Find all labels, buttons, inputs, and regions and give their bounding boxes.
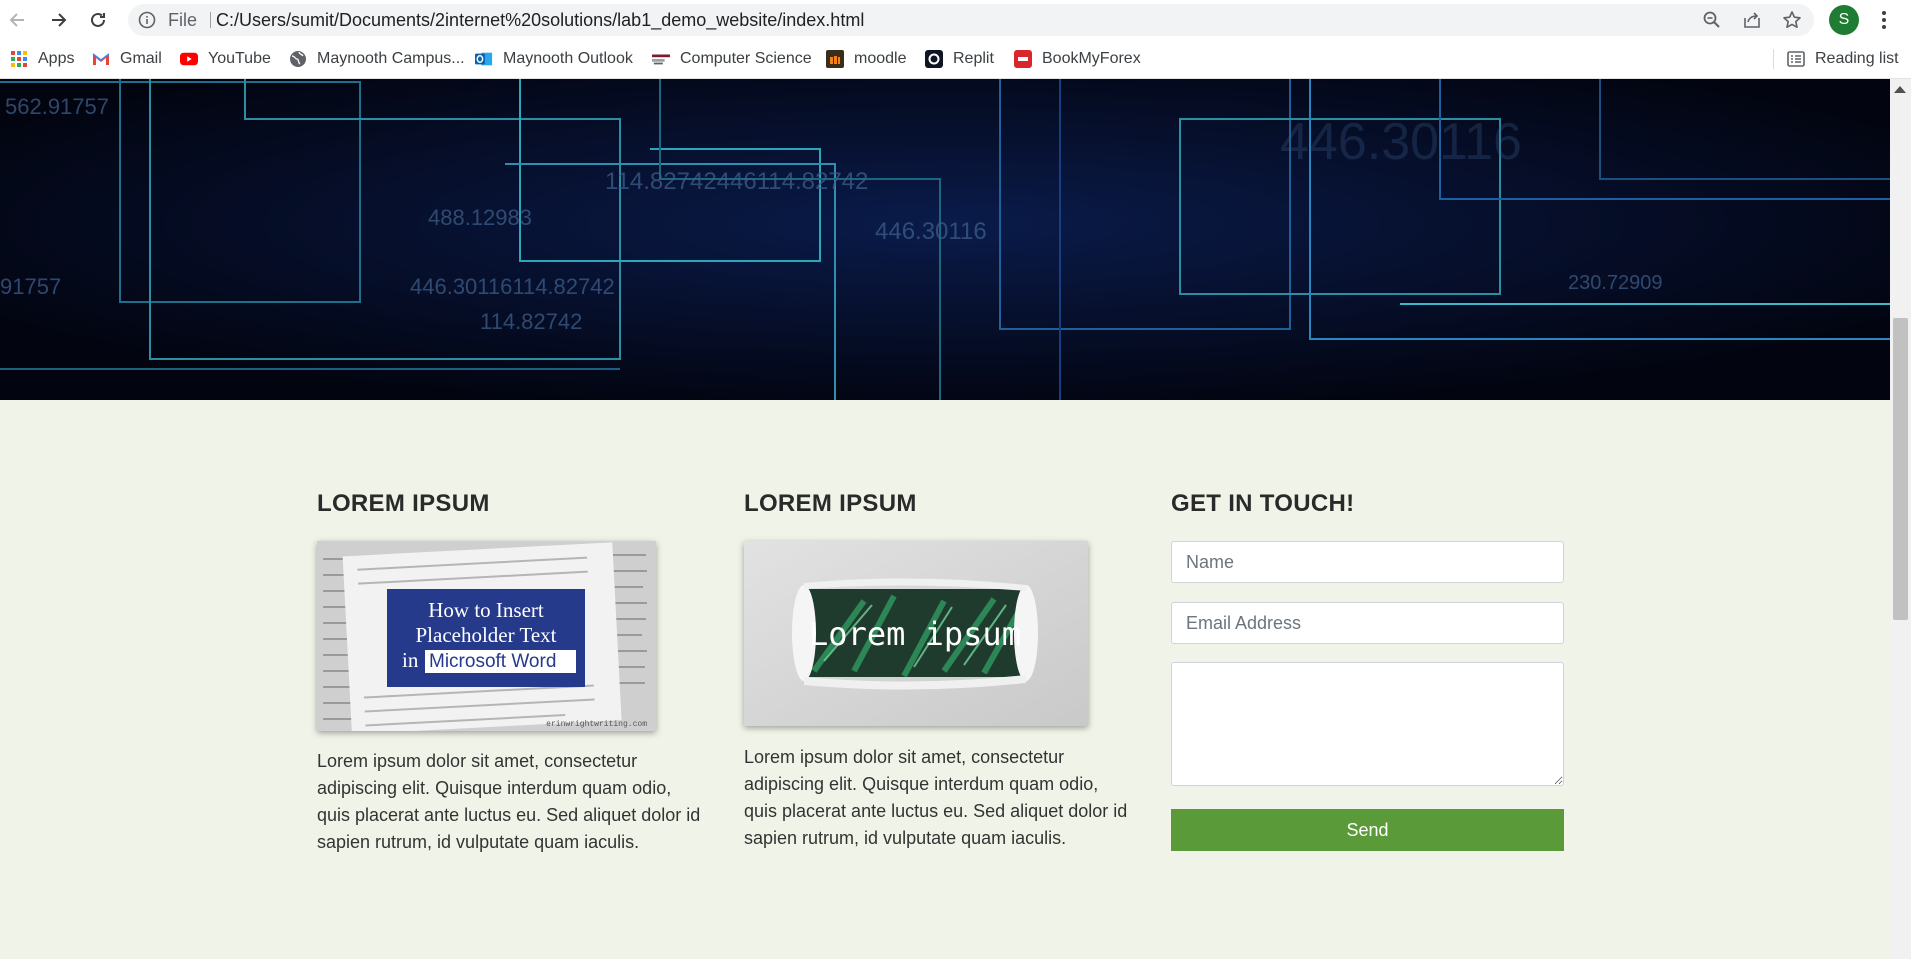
overlay-number: 230.72909: [1568, 272, 1663, 294]
image-caption: Lorem ipsum: [809, 615, 1021, 653]
reload-button[interactable]: [84, 6, 112, 34]
overlay-number: 446.30116114.82742: [410, 274, 615, 299]
overlay-number: 562.91757: [5, 94, 109, 119]
bookmark-label: YouTube: [208, 50, 271, 67]
gmail-icon: [92, 50, 110, 68]
star-icon: [1783, 11, 1801, 28]
zoom-button[interactable]: [1698, 6, 1726, 34]
column-2-title: LOREM IPSUM: [744, 490, 917, 517]
url-text[interactable]: C:/Users/sumit/Documents/2internet%20sol…: [216, 4, 864, 36]
overlay-number: 114.82742: [480, 309, 582, 334]
reading-list-icon: [1787, 50, 1805, 68]
hero-banner: 562.91757 488.12983 114.82742446114.8274…: [0, 79, 1890, 400]
reading-list-label: Reading list: [1815, 50, 1899, 67]
scrollbar-thumb[interactable]: [1893, 318, 1908, 620]
bookmark-moodle[interactable]: moodle: [826, 40, 906, 78]
profile-avatar[interactable]: S: [1829, 5, 1859, 35]
image-caption-line: How to Insert: [428, 598, 544, 622]
bookmark-label: Maynooth Outlook: [503, 50, 633, 67]
address-bar[interactable]: File C:/Users/sumit/Documents/2internet%…: [128, 4, 1814, 36]
bookmark-label: Maynooth Campus...: [317, 50, 465, 67]
image-caption-line: Placeholder Text: [415, 623, 556, 647]
apps-grid-icon: [10, 50, 28, 68]
bookmark-label: Computer Science: [680, 50, 812, 67]
placeholder-text-image: How to Insert Placeholder Text in Micros…: [317, 541, 656, 731]
scroll-up-arrow-icon[interactable]: [1894, 86, 1906, 93]
more-vert-icon: [1882, 11, 1886, 29]
outlook-icon: [475, 50, 493, 68]
circuit-background: 562.91757 488.12983 114.82742446114.8274…: [0, 79, 1890, 400]
cs-icon: [652, 50, 670, 68]
overlay-number: 91757: [0, 274, 61, 299]
replit-icon: [925, 50, 943, 68]
arrow-left-icon: [9, 13, 24, 27]
bookmark-label: Apps: [38, 50, 75, 67]
column-2-text: Lorem ipsum dolor sit amet, consectetur …: [744, 747, 1128, 848]
bookmark-maynooth-outlook[interactable]: Maynooth Outlook: [475, 40, 633, 78]
overlay-number: 446.30116: [875, 218, 987, 245]
bookmark-label: Replit: [953, 50, 994, 67]
bookmark-replit[interactable]: Replit: [925, 40, 994, 78]
overlay-number: 488.12983: [428, 205, 532, 230]
globe-icon: [289, 50, 307, 68]
contact-title: GET IN TOUCH!: [1171, 490, 1355, 517]
send-button[interactable]: Send: [1171, 809, 1564, 851]
bookmark-bookmyforex[interactable]: BookMyForex: [1014, 40, 1141, 78]
email-input[interactable]: [1171, 602, 1564, 644]
bookmark-apps[interactable]: Apps: [10, 40, 74, 78]
overlay-number: 114.82742446114.82742: [605, 168, 868, 195]
share-icon: [1744, 12, 1760, 28]
bookmyforex-icon: [1014, 50, 1032, 68]
bookmark-computer-science[interactable]: Computer Science: [652, 40, 812, 78]
share-button[interactable]: [1738, 6, 1766, 34]
url-scheme-label: File: [168, 10, 198, 30]
column-1-text: Lorem ipsum dolor sit amet, consectetur …: [317, 751, 701, 852]
image-caption-line: in: [402, 648, 419, 672]
browser-toolbar: File C:/Users/sumit/Documents/2internet%…: [0, 0, 1911, 40]
bookmark-label: BookMyForex: [1042, 50, 1141, 67]
name-input[interactable]: [1171, 541, 1564, 583]
image-caption-highlight: Microsoft Word: [429, 651, 556, 672]
address-separator: [210, 12, 211, 28]
youtube-icon: [180, 50, 198, 68]
column-1-title: LOREM IPSUM: [317, 490, 490, 517]
bookmark-label: moodle: [854, 50, 907, 67]
bookmarks-bar: Apps Gmail YouTube Maynooth Campus... Ma…: [0, 40, 1911, 79]
browser-menu-button[interactable]: [1872, 6, 1896, 34]
bookmark-label: Gmail: [120, 50, 162, 67]
reload-icon: [91, 12, 105, 27]
moodle-icon: [826, 50, 844, 68]
info-icon[interactable]: [138, 11, 156, 29]
back-button[interactable]: [4, 6, 32, 34]
bookmark-gmail[interactable]: Gmail: [92, 40, 162, 78]
reading-list-button[interactable]: Reading list: [1787, 40, 1899, 78]
message-textarea[interactable]: [1171, 662, 1564, 786]
overlay-number: 446.30116: [1280, 113, 1522, 171]
forward-button[interactable]: [44, 6, 72, 34]
bookmarks-separator: [1773, 49, 1774, 69]
bookmark-maynooth-campus[interactable]: Maynooth Campus...: [289, 40, 465, 78]
image-watermark: erinwrightwriting.com: [546, 720, 647, 729]
zoom-out-icon: [1703, 11, 1720, 28]
lorem-ipsum-image: Lorem ipsum: [744, 541, 1088, 726]
bookmark-youtube[interactable]: YouTube: [180, 40, 271, 78]
bookmark-star-button[interactable]: [1778, 6, 1806, 34]
arrow-right-icon: [52, 13, 67, 27]
